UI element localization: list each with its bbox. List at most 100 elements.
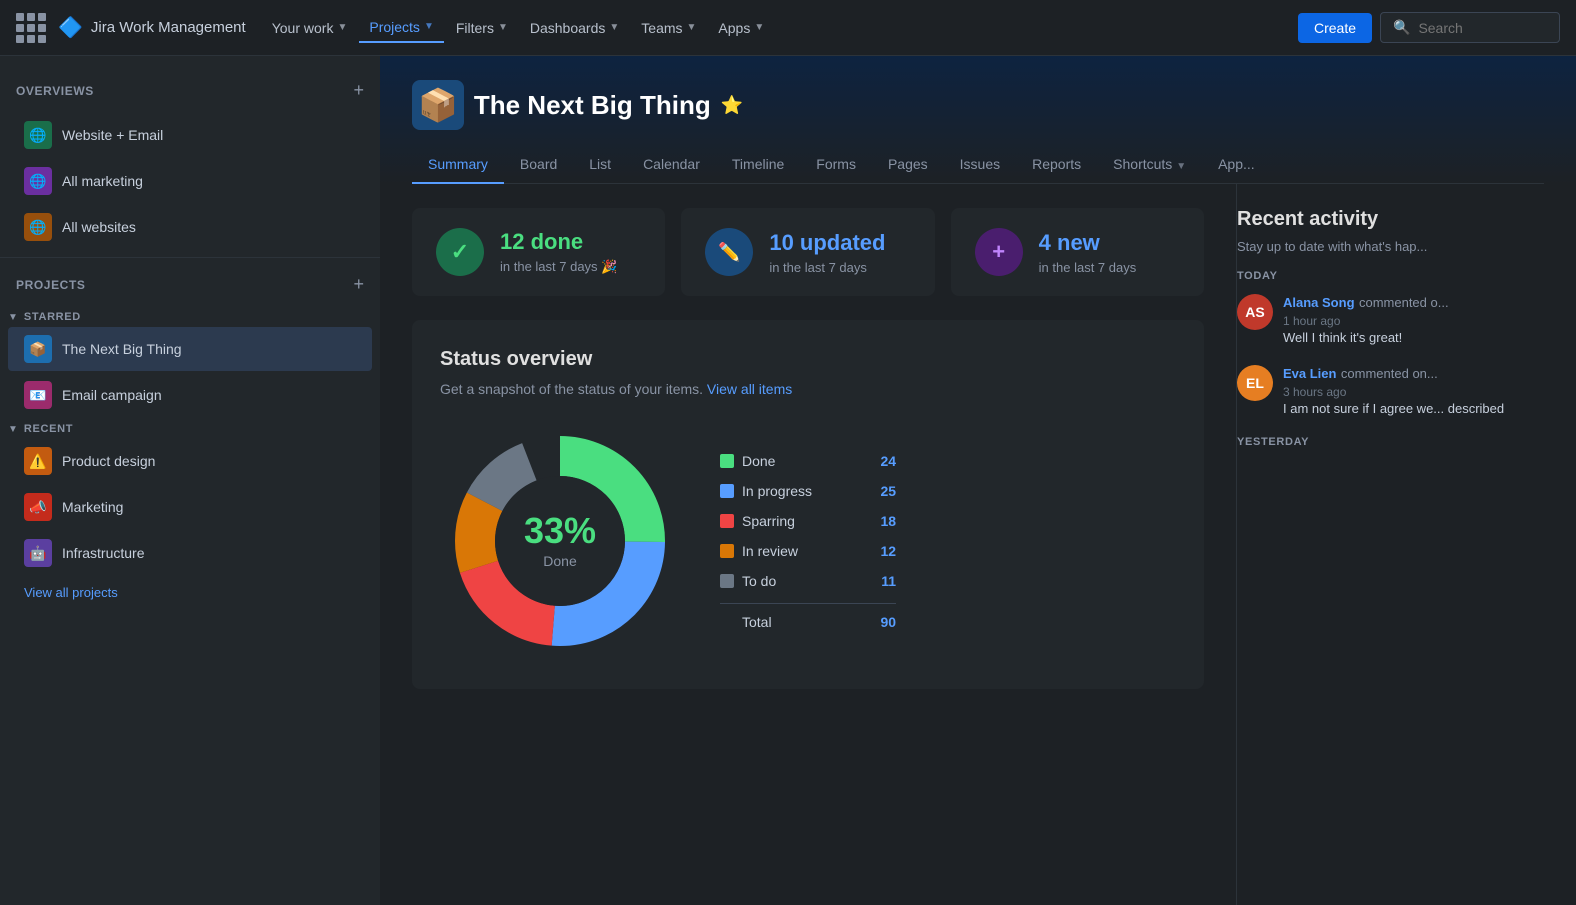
app-switcher[interactable] bbox=[16, 13, 46, 43]
avatar-alana: AS bbox=[1237, 294, 1273, 330]
search-input[interactable] bbox=[1418, 20, 1518, 36]
sidebar-item-website-email[interactable]: 🌐 Website + Email bbox=[8, 113, 372, 157]
chevron-down-icon: ▼ bbox=[337, 22, 347, 33]
done-icon: ✓ bbox=[436, 228, 484, 276]
sidebar-item-product-design[interactable]: ⚠️ Product design bbox=[8, 439, 372, 483]
legend-item-sparring: Sparring 18 bbox=[720, 513, 896, 529]
done-info: 12 done in the last 7 days 🎉 bbox=[500, 229, 617, 275]
activity-time-alana: 1 hour ago bbox=[1283, 314, 1449, 328]
sidebar-item-email-campaign[interactable]: 📧 Email campaign bbox=[8, 373, 372, 417]
total-legend-count: 90 bbox=[872, 614, 896, 630]
website-email-icon: 🌐 bbox=[24, 121, 52, 149]
new-number: 4 new bbox=[1039, 230, 1137, 256]
sidebar-item-label: Email campaign bbox=[62, 387, 162, 403]
nav-teams[interactable]: Teams ▼ bbox=[631, 14, 706, 42]
tab-calendar[interactable]: Calendar bbox=[627, 146, 716, 184]
sidebar-item-label: All marketing bbox=[62, 173, 143, 189]
marketing-icon: 📣 bbox=[24, 493, 52, 521]
app-name: Jira Work Management bbox=[91, 19, 246, 36]
project-emoji: 📦 bbox=[412, 80, 464, 130]
tab-timeline[interactable]: Timeline bbox=[716, 146, 800, 184]
nav-filters[interactable]: Filters ▼ bbox=[446, 14, 518, 42]
donut-percentage: 33% bbox=[524, 513, 596, 549]
total-legend-label: Total bbox=[742, 614, 772, 630]
sparring-color-dot bbox=[720, 514, 734, 528]
recent-activity-panel: Recent activity Stay up to date with wha… bbox=[1236, 184, 1576, 905]
sidebar-item-label: Website + Email bbox=[62, 127, 163, 143]
project-title-row: 📦 The Next Big Thing ⭐ bbox=[412, 80, 1544, 130]
activity-time-eva: 3 hours ago bbox=[1283, 385, 1504, 399]
stat-card-updated: ✏️ 10 updated in the last 7 days bbox=[681, 208, 934, 296]
add-project-button[interactable]: + bbox=[353, 274, 364, 295]
top-navigation: 🔷 Jira Work Management Your work ▼ Proje… bbox=[0, 0, 1576, 56]
nav-apps[interactable]: Apps ▼ bbox=[708, 14, 774, 42]
settings-icon[interactable]: ⭐ bbox=[721, 95, 743, 116]
done-color-dot bbox=[720, 454, 734, 468]
add-overview-button[interactable]: + bbox=[353, 80, 364, 101]
app-logo[interactable]: 🔷 Jira Work Management bbox=[58, 15, 246, 40]
sparring-legend-count: 18 bbox=[872, 513, 896, 529]
donut-label: Done bbox=[524, 553, 596, 569]
sidebar-item-next-big-thing[interactable]: 📦 The Next Big Thing bbox=[8, 327, 372, 371]
starred-group[interactable]: ▼ STARRED bbox=[0, 307, 380, 327]
legend-item-inprogress: In progress 25 bbox=[720, 483, 896, 499]
nav-dashboards[interactable]: Dashboards ▼ bbox=[520, 14, 629, 42]
logo-icon: 🔷 bbox=[58, 15, 83, 40]
updated-icon: ✏️ bbox=[705, 228, 753, 276]
projects-section: Projects + bbox=[0, 266, 380, 303]
stat-card-done: ✓ 12 done in the last 7 days 🎉 bbox=[412, 208, 665, 296]
donut-center: 33% Done bbox=[524, 513, 596, 569]
sidebar-item-marketing[interactable]: 📣 Marketing bbox=[8, 485, 372, 529]
create-button[interactable]: Create bbox=[1298, 13, 1372, 43]
avatar-eva: EL bbox=[1237, 365, 1273, 401]
nav-right: Create 🔍 bbox=[1298, 12, 1560, 43]
sidebar-item-label: The Next Big Thing bbox=[62, 341, 182, 357]
tab-issues[interactable]: Issues bbox=[944, 146, 1016, 184]
recent-group[interactable]: ▼ RECENT bbox=[0, 419, 380, 439]
todo-legend-label: To do bbox=[742, 573, 776, 589]
view-all-projects-link[interactable]: View all projects bbox=[0, 577, 380, 608]
inprogress-legend-label: In progress bbox=[742, 483, 812, 499]
project-header: 📦 The Next Big Thing ⭐ Summary Board Lis… bbox=[380, 56, 1576, 184]
tab-board[interactable]: Board bbox=[504, 146, 573, 184]
content-main: ✓ 12 done in the last 7 days 🎉 ✏️ 10 upd… bbox=[380, 184, 1236, 905]
updated-info: 10 updated in the last 7 days bbox=[769, 230, 885, 275]
activity-body-alana: Alana Song commented o... 1 hour ago Wel… bbox=[1283, 294, 1449, 345]
tab-reports[interactable]: Reports bbox=[1016, 146, 1097, 184]
recent-label: RECENT bbox=[24, 423, 73, 435]
chart-legend: Done 24 In progress 25 bbox=[720, 453, 896, 630]
yesterday-label: YESTERDAY bbox=[1237, 436, 1552, 448]
sidebar-item-all-websites[interactable]: 🌐 All websites bbox=[8, 205, 372, 249]
next-big-thing-icon: 📦 bbox=[24, 335, 52, 363]
tab-list[interactable]: List bbox=[573, 146, 627, 184]
search-box[interactable]: 🔍 bbox=[1380, 12, 1560, 43]
content-area: ✓ 12 done in the last 7 days 🎉 ✏️ 10 upd… bbox=[380, 184, 1576, 905]
today-label: TODAY bbox=[1237, 270, 1552, 282]
inreview-color-dot bbox=[720, 544, 734, 558]
donut-chart: 33% Done bbox=[440, 421, 680, 661]
tab-summary[interactable]: Summary bbox=[412, 146, 504, 184]
tab-shortcuts[interactable]: Shortcuts ▼ bbox=[1097, 146, 1202, 184]
project-tabs: Summary Board List Calendar Timeline For… bbox=[412, 146, 1544, 184]
nav-your-work[interactable]: Your work ▼ bbox=[262, 14, 358, 42]
infrastructure-icon: 🤖 bbox=[24, 539, 52, 567]
tab-app[interactable]: App... bbox=[1202, 146, 1271, 184]
activity-name-alana[interactable]: Alana Song bbox=[1283, 295, 1355, 310]
done-legend-label: Done bbox=[742, 453, 775, 469]
inprogress-legend-count: 25 bbox=[872, 483, 896, 499]
tab-pages[interactable]: Pages bbox=[872, 146, 944, 184]
starred-label: STARRED bbox=[24, 311, 81, 323]
stat-card-new: + 4 new in the last 7 days bbox=[951, 208, 1204, 296]
view-all-items-link[interactable]: View all items bbox=[707, 381, 792, 397]
activity-name-eva[interactable]: Eva Lien bbox=[1283, 366, 1336, 381]
nav-projects[interactable]: Projects ▼ bbox=[359, 13, 443, 43]
chevron-down-icon: ▼ bbox=[498, 22, 508, 33]
chevron-down-icon: ▼ bbox=[609, 22, 619, 33]
nav-items: Your work ▼ Projects ▼ Filters ▼ Dashboa… bbox=[262, 13, 1294, 43]
status-overview: Status overview Get a snapshot of the st… bbox=[412, 320, 1204, 689]
tab-forms[interactable]: Forms bbox=[800, 146, 872, 184]
sidebar-item-infrastructure[interactable]: 🤖 Infrastructure bbox=[8, 531, 372, 575]
inprogress-color-dot bbox=[720, 484, 734, 498]
search-icon: 🔍 bbox=[1393, 19, 1410, 36]
sidebar-item-all-marketing[interactable]: 🌐 All marketing bbox=[8, 159, 372, 203]
